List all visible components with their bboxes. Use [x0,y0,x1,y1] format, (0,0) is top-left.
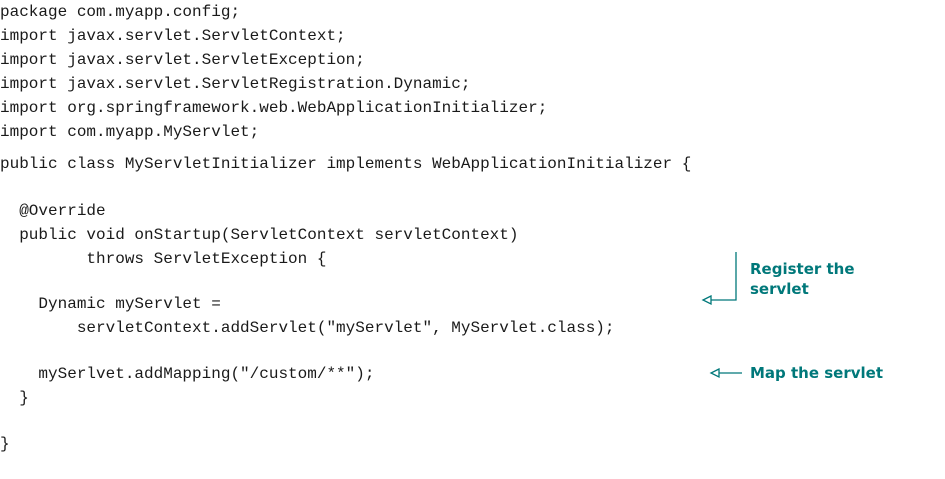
code-line-addservlet: servletContext.addServlet("myServlet", M… [0,319,615,337]
code-line-import-dynamic: import javax.servlet.ServletRegistration… [0,75,471,93]
register-servlet-annotation-line2: servlet [750,280,809,298]
code-line-method-close: } [0,389,29,407]
code-line-throws: throws ServletException { [0,250,327,268]
code-line-addmapping: mySerlvet.addMapping("/custom/**"); [0,365,375,383]
code-line-class-declaration: public class MyServletInitializer implem… [0,155,692,173]
code-line-import-servletcontext: import javax.servlet.ServletContext; [0,27,346,45]
map-servlet-annotation: Map the servlet [750,364,884,382]
code-line-onstartup: public void onStartup(ServletContext ser… [0,226,519,244]
code-line-dynamic-decl: Dynamic myServlet = [0,295,221,313]
register-arrowhead-icon [701,294,712,306]
code-line-class-close: } [0,435,10,453]
register-servlet-annotation-line1: Register the [750,260,855,278]
code-line-package: package com.myapp.config; [0,3,241,21]
code-line-import-servletexception: import javax.servlet.ServletException; [0,51,365,69]
register-callout-bracket [711,252,737,301]
code-line-import-webappinit: import org.springframework.web.WebApplic… [0,99,548,117]
code-line-override: @Override [0,202,106,220]
code-line-import-myservlet: import com.myapp.MyServlet; [0,123,260,141]
map-arrowhead-icon [709,367,720,379]
